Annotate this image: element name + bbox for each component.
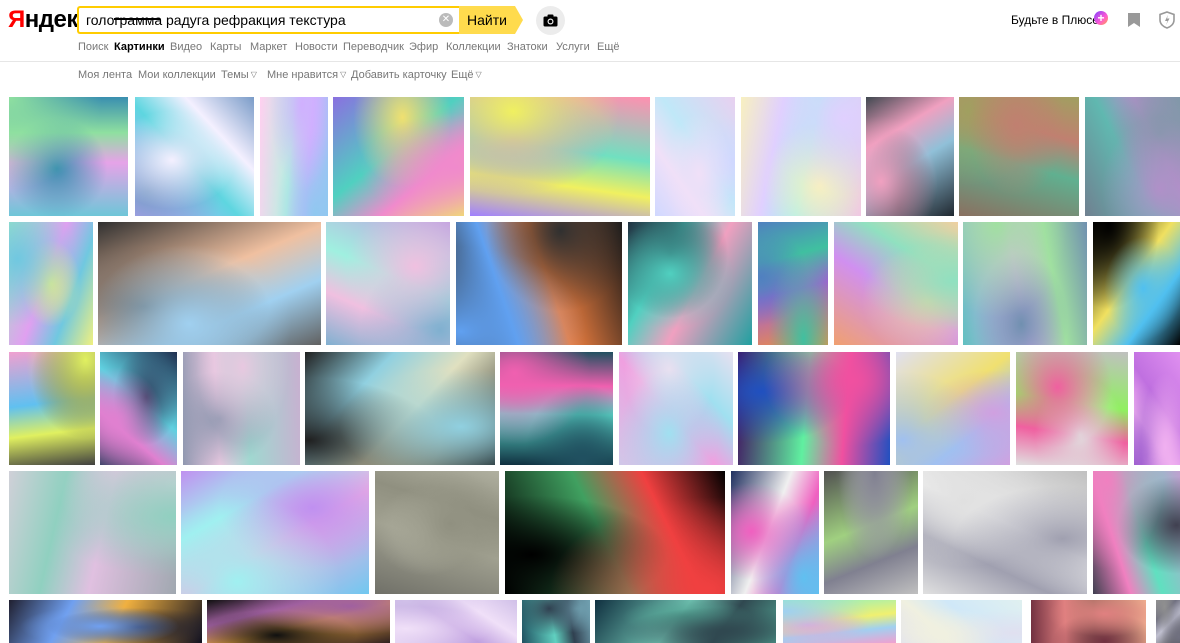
image-thumbnail[interactable] xyxy=(1093,222,1180,345)
tab-collections[interactable]: Коллекции xyxy=(446,41,501,53)
image-thumbnail[interactable] xyxy=(866,97,954,216)
plus-link[interactable]: Будьте в Плюсе xyxy=(1011,13,1099,27)
chevron-down-icon: ▽ xyxy=(475,70,482,79)
image-thumbnail[interactable] xyxy=(456,222,622,345)
image-thumbnail[interactable] xyxy=(326,222,450,345)
image-thumbnail[interactable] xyxy=(98,222,321,345)
tab-video[interactable]: Видео xyxy=(170,41,202,53)
image-thumbnail[interactable] xyxy=(395,600,517,643)
subnav-more[interactable]: Ещё ▽ xyxy=(451,69,482,81)
image-thumbnail[interactable] xyxy=(100,352,177,465)
image-thumbnail[interactable] xyxy=(655,97,735,216)
camera-icon[interactable] xyxy=(536,6,565,35)
image-thumbnail[interactable] xyxy=(470,97,650,216)
subnav-more-label: Ещё xyxy=(451,69,474,81)
image-thumbnail[interactable] xyxy=(824,471,918,594)
shield-icon[interactable] xyxy=(1159,11,1175,34)
search-box: ✕ xyxy=(77,6,459,34)
image-thumbnail[interactable] xyxy=(522,600,590,643)
image-thumbnail[interactable] xyxy=(1031,600,1146,643)
image-thumbnail[interactable] xyxy=(741,97,861,216)
image-thumbnail[interactable] xyxy=(1016,352,1128,465)
active-tab-indicator xyxy=(114,18,160,20)
image-thumbnail[interactable] xyxy=(183,352,300,465)
tab-maps[interactable]: Карты xyxy=(210,41,241,53)
image-thumbnail[interactable] xyxy=(758,222,828,345)
image-thumbnail[interactable] xyxy=(505,471,725,594)
image-thumbnail[interactable] xyxy=(595,600,776,643)
image-thumbnail[interactable] xyxy=(731,471,819,594)
tab-news[interactable]: Новости xyxy=(295,41,338,53)
image-thumbnail[interactable] xyxy=(135,97,254,216)
subnav-my-feed[interactable]: Моя лента xyxy=(78,69,132,81)
camera-glyph xyxy=(543,14,558,27)
image-thumbnail[interactable] xyxy=(9,600,202,643)
image-thumbnail[interactable] xyxy=(959,97,1079,216)
image-thumbnail[interactable] xyxy=(9,222,93,345)
image-thumbnail[interactable] xyxy=(9,97,128,216)
subnav-themes-label: Темы xyxy=(221,69,249,81)
image-thumbnail[interactable] xyxy=(500,352,613,465)
image-thumbnail[interactable] xyxy=(305,352,495,465)
image-thumbnail[interactable] xyxy=(783,600,896,643)
subnav-likes[interactable]: Мне нравится ▽ xyxy=(267,69,346,81)
find-button-arrow xyxy=(515,6,523,34)
image-thumbnail[interactable] xyxy=(738,352,890,465)
image-thumbnail[interactable] xyxy=(9,471,176,594)
image-thumbnail[interactable] xyxy=(834,222,958,345)
search-bar: ✕ Найти xyxy=(77,6,523,34)
image-thumbnail[interactable] xyxy=(923,471,1087,594)
clear-icon[interactable]: ✕ xyxy=(439,13,453,27)
header-divider xyxy=(0,61,1180,62)
image-thumbnail[interactable] xyxy=(1156,600,1180,643)
image-thumbnail[interactable] xyxy=(260,97,328,216)
image-thumbnail[interactable] xyxy=(896,352,1010,465)
image-thumbnail[interactable] xyxy=(619,352,733,465)
tab-translator[interactable]: Переводчик xyxy=(343,41,404,53)
subnav-likes-label: Мне нравится xyxy=(267,69,339,81)
image-thumbnail[interactable] xyxy=(333,97,464,216)
image-thumbnail[interactable] xyxy=(1134,352,1180,465)
tab-market[interactable]: Маркет xyxy=(250,41,287,53)
tab-services[interactable]: Услуги xyxy=(556,41,590,53)
image-thumbnail[interactable] xyxy=(628,222,752,345)
image-thumbnail[interactable] xyxy=(181,471,369,594)
tab-experts[interactable]: Знатоки xyxy=(507,41,548,53)
logo-first-letter: Я xyxy=(8,6,25,33)
subnav-themes[interactable]: Темы ▽ xyxy=(221,69,257,81)
subnav-my-collections[interactable]: Мои коллекции xyxy=(138,69,216,81)
tab-search[interactable]: Поиск xyxy=(78,41,108,53)
image-thumbnail[interactable] xyxy=(375,471,499,594)
subnav-add-card[interactable]: Добавить карточку xyxy=(351,69,447,81)
tab-more[interactable]: Ещё xyxy=(597,41,620,53)
chevron-down-icon: ▽ xyxy=(250,70,257,79)
image-thumbnail[interactable] xyxy=(901,600,1022,643)
plus-icon[interactable]: + xyxy=(1094,11,1108,25)
image-thumbnail[interactable] xyxy=(963,222,1087,345)
search-input[interactable] xyxy=(86,10,426,30)
image-thumbnail[interactable] xyxy=(1093,471,1180,594)
find-button[interactable]: Найти xyxy=(459,6,515,34)
tab-efir[interactable]: Эфир xyxy=(409,41,438,53)
tab-images[interactable]: Картинки xyxy=(114,41,165,53)
bookmark-icon[interactable] xyxy=(1127,12,1141,33)
image-thumbnail[interactable] xyxy=(207,600,390,643)
chevron-down-icon: ▽ xyxy=(340,70,347,79)
image-thumbnail[interactable] xyxy=(9,352,95,465)
image-thumbnail[interactable] xyxy=(1085,97,1180,216)
